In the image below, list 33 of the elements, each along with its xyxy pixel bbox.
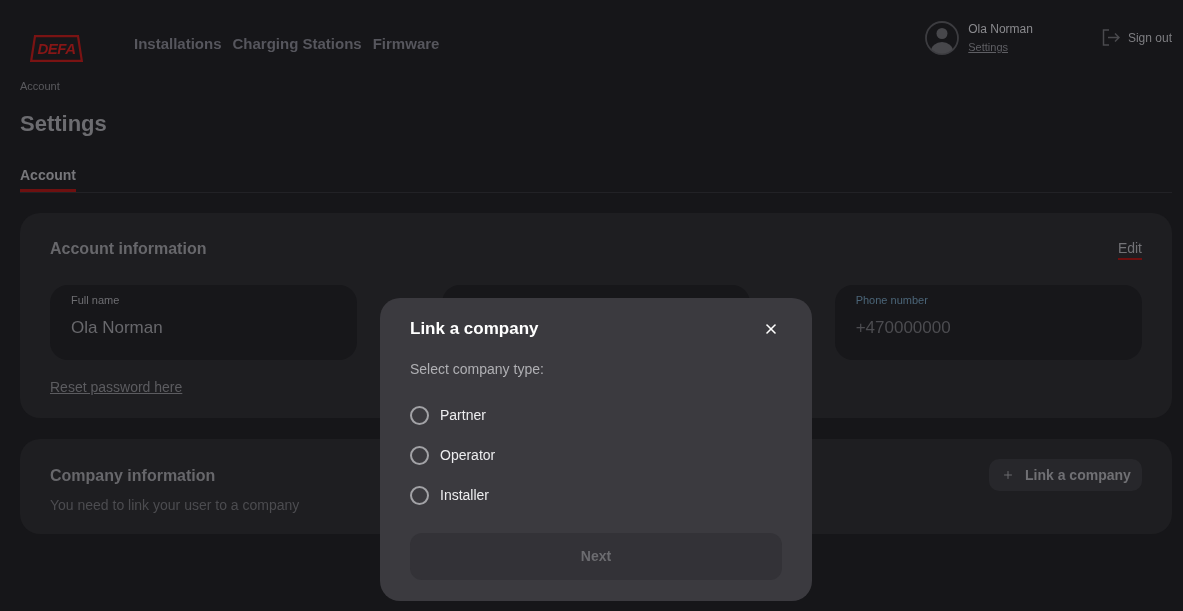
sign-out-icon — [1101, 29, 1120, 46]
tab[interactable]: Account — [20, 165, 76, 192]
breadcrumb-item[interactable]: Account — [20, 79, 60, 93]
user-name: Ola Norman — [968, 22, 1033, 36]
field-label: Phone number — [855, 293, 929, 307]
settings-link[interactable]: Settings — [968, 40, 1033, 54]
option-label: Installer — [440, 486, 490, 505]
input-field[interactable]: Full name Ola Norman — [50, 285, 358, 360]
radio-icon[interactable] — [410, 485, 429, 505]
option-label: Operator — [440, 446, 496, 465]
nav-link[interactable]: Firmware — [372, 34, 440, 54]
nav-link[interactable]: Installations — [134, 34, 222, 54]
plus-icon — [1002, 469, 1014, 481]
field-value[interactable]: Ola Norman — [71, 316, 342, 340]
radio-icon[interactable] — [410, 445, 429, 465]
logo[interactable]: DEFA — [30, 35, 83, 62]
link-company-button[interactable]: Link a company — [989, 459, 1142, 491]
edit-link[interactable]: Edit — [1117, 238, 1142, 260]
option-label: Partner — [440, 406, 486, 425]
field-label: Full name — [71, 293, 121, 307]
card-title: Company information — [50, 466, 217, 486]
radio-icon[interactable] — [410, 405, 429, 425]
dialog-title: Link a company — [410, 318, 539, 340]
card-title: Account information — [50, 239, 207, 259]
close-icon[interactable] — [763, 321, 779, 337]
dialog-prompt: Select company type: — [410, 360, 545, 379]
radio-option[interactable]: Installer — [410, 483, 782, 507]
reset-password-link[interactable]: Reset password here — [50, 377, 183, 397]
sign-out-button[interactable]: Sign out — [1101, 29, 1172, 46]
radio-option[interactable]: Operator — [410, 443, 782, 467]
nav-link[interactable]: Charging Stations — [232, 34, 362, 54]
radio-option[interactable]: Partner — [410, 403, 782, 427]
page-title: Settings — [20, 110, 108, 138]
